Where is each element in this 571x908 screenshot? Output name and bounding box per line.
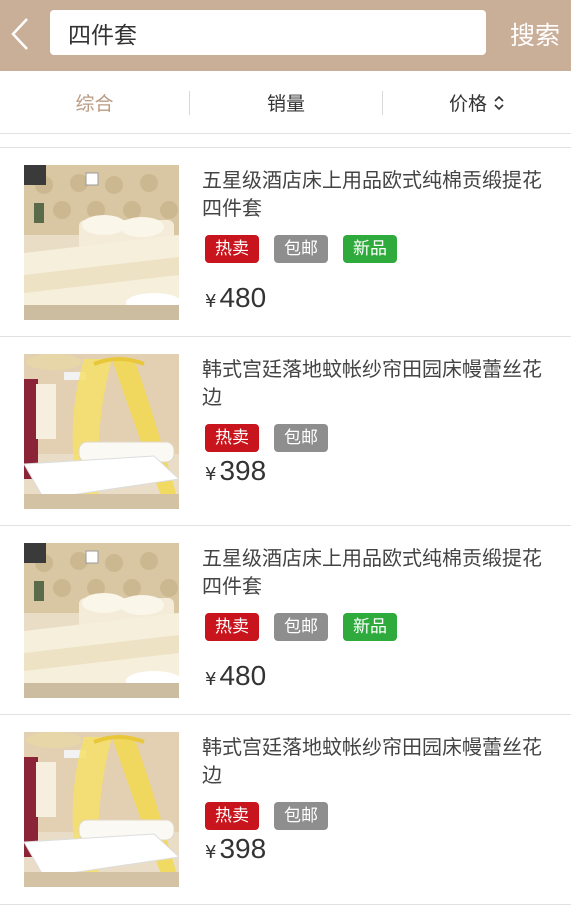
sort-updown-icon [494,95,504,110]
tab-label: 销量 [266,93,305,115]
tab-label: 综合 [75,93,114,115]
price-value: 480 [219,660,267,691]
sort-bar: 综合 销量 价格 [0,71,571,134]
tab-label: 价格 [448,93,487,115]
tab-sales[interactable]: 销量 [190,71,382,134]
price-value: 398 [219,833,267,864]
hot-badge: 热卖 [205,613,259,641]
cream-bedding-set-image [24,543,179,698]
product-list: 五星级酒店床上用品欧式纯棉贡缎提花四件套 热卖 包邮 新品 ¥ 480 韩式宫廷… [0,147,571,905]
tab-price[interactable]: 价格 [383,71,571,134]
free-shipping-badge: 包邮 [274,235,328,263]
tag-list: 热卖 包邮 [205,802,343,831]
currency-symbol: ¥ [205,291,217,312]
cream-bedding-set-image [24,165,179,320]
hot-badge: 热卖 [205,424,259,452]
search-button[interactable]: 搜索 [504,12,566,56]
price: ¥ 398 [205,455,266,487]
free-shipping-badge: 包邮 [274,424,328,452]
free-shipping-badge: 包邮 [274,802,328,830]
product-title: 五星级酒店床上用品欧式纯棉贡缎提花四件套 [202,546,542,598]
tab-comprehensive[interactable]: 综合 [0,71,189,134]
tag-list: 热卖 包邮 [205,424,343,453]
new-badge: 新品 [343,613,397,641]
price: ¥ 480 [205,660,266,692]
back-button[interactable] [4,12,36,56]
currency-symbol: ¥ [205,669,217,690]
product-item[interactable]: 五星级酒店床上用品欧式纯棉贡缎提花四件套 热卖 包邮 新品 ¥ 480 [0,526,571,715]
price: ¥ 398 [205,833,266,865]
product-item[interactable]: 五星级酒店床上用品欧式纯棉贡缎提花四件套 热卖 包邮 新品 ¥ 480 [0,148,571,337]
product-item[interactable]: 韩式宫廷落地蚊帐纱帘田园床幔蕾丝花边 热卖 包邮 ¥ 398 [0,337,571,526]
search-box[interactable] [50,10,486,55]
price-value: 398 [219,455,267,486]
chevron-left-icon [11,18,28,50]
product-item[interactable]: 韩式宫廷落地蚊帐纱帘田园床幔蕾丝花边 热卖 包邮 ¥ 398 [0,715,571,905]
new-badge: 新品 [343,235,397,263]
price-value: 480 [219,282,267,313]
free-shipping-badge: 包邮 [274,613,328,641]
yellow-canopy-bed-image [24,354,179,509]
currency-symbol: ¥ [205,464,217,485]
search-input[interactable] [68,10,486,55]
tag-list: 热卖 包邮 新品 [205,613,412,642]
yellow-canopy-bed-image [24,732,179,887]
price: ¥ 480 [205,282,266,314]
product-title: 韩式宫廷落地蚊帐纱帘田园床幔蕾丝花边 [202,357,542,409]
hot-badge: 热卖 [205,235,259,263]
top-bar: 搜索 [0,0,571,71]
hot-badge: 热卖 [205,802,259,830]
currency-symbol: ¥ [205,842,217,863]
product-title: 韩式宫廷落地蚊帐纱帘田园床幔蕾丝花边 [202,735,542,787]
product-title: 五星级酒店床上用品欧式纯棉贡缎提花四件套 [202,168,542,220]
tag-list: 热卖 包邮 新品 [205,235,412,264]
